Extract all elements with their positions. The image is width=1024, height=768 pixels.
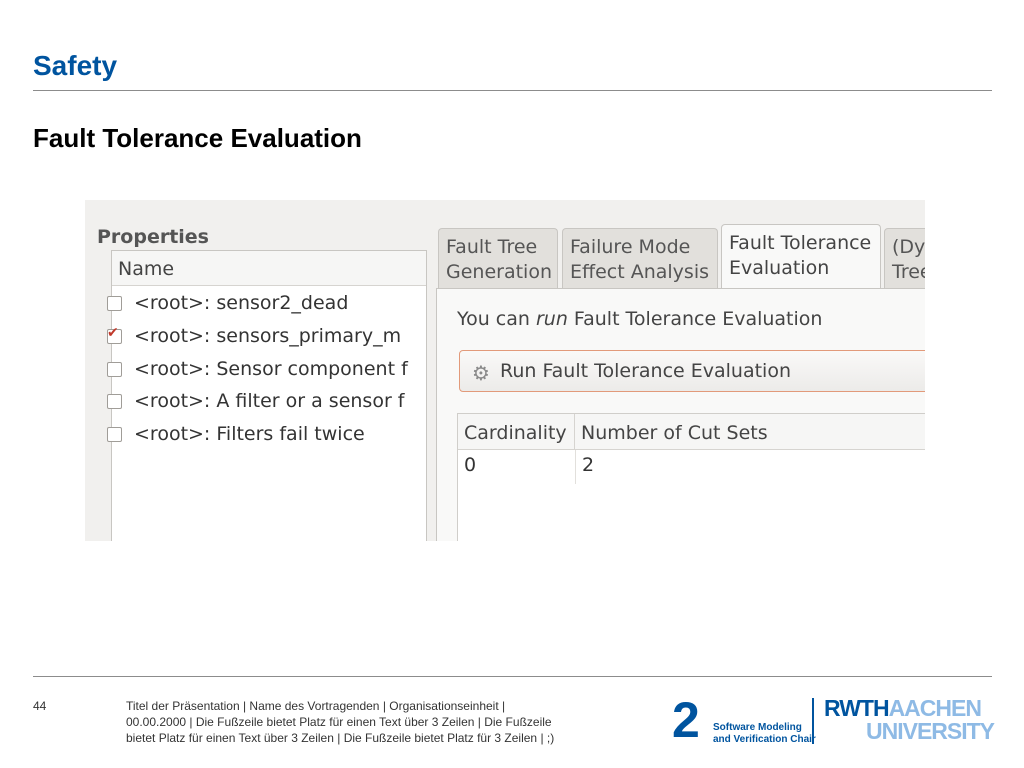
button-label: Run Fault Tolerance Evaluation: [500, 360, 792, 382]
tab-failure-mode-effect-analysis[interactable]: Failure Mode Effect Analysis: [562, 228, 718, 288]
property-label: <root>: sensors_primary_m: [134, 325, 402, 347]
property-checkbox[interactable]: [107, 426, 122, 442]
run-fault-tolerance-evaluation-button[interactable]: ⚙ Run Fault Tolerance Evaluation: [459, 350, 925, 392]
slide-title: Safety: [33, 50, 118, 81]
footer-divider: [33, 676, 992, 677]
property-row[interactable]: <root>: Filters fail twice: [107, 419, 407, 449]
column-header-number-of-cut-sets[interactable]: Number of Cut Sets: [575, 414, 925, 450]
property-row[interactable]: <root>: Sensor component f: [107, 354, 408, 384]
note-text: Fault Tolerance Evaluation: [567, 308, 823, 330]
property-label: <root>: sensor2_dead: [134, 292, 349, 314]
tab-label-line: Fault Tolerance: [729, 232, 872, 254]
property-label: <root>: Filters fail twice: [134, 423, 365, 445]
property-row[interactable]: <root>: A filter or a sensor f: [107, 386, 407, 416]
chair-logo-mark: 2: [672, 692, 700, 748]
note-emphasis: run: [535, 308, 568, 330]
title-divider: [33, 90, 992, 91]
screenshot: Properties Name <root>: sensor2_dead <ro…: [85, 200, 925, 541]
tab-fault-tolerance-evaluation[interactable]: Fault Tolerance Evaluation: [721, 224, 881, 288]
property-label: <root>: Sensor component f: [134, 358, 408, 380]
footer-text: Titel der Präsentation | Name des Vortra…: [126, 698, 606, 746]
column-label: Name: [118, 258, 175, 280]
tab-dynamic-tree[interactable]: (Dyn Tree: [884, 228, 925, 288]
property-checkbox[interactable]: [107, 361, 122, 377]
tab-label-line: Evaluation: [729, 257, 830, 279]
chair-line: Software Modeling: [713, 722, 802, 733]
footer-line: Titel der Präsentation | Name des Vortra…: [126, 699, 506, 713]
tab-label-line: Tree: [892, 261, 925, 283]
gears-icon: ⚙: [472, 361, 490, 385]
property-checkbox[interactable]: [107, 325, 122, 344]
university-logo: RWTHAACHEN: [824, 697, 982, 720]
page-number: 44: [33, 699, 47, 713]
footer-line: 00.00.2000 | Die Fußzeile bietet Platz f…: [126, 715, 552, 729]
chair-logo-text: Software Modeling and Verification Chair: [713, 722, 816, 746]
tab-label-line: Fault Tree: [446, 236, 538, 258]
slide-subtitle: Fault Tolerance Evaluation: [33, 123, 362, 153]
property-label: <root>: A filter or a sensor f: [134, 390, 405, 412]
property-checkbox[interactable]: [107, 295, 122, 311]
cut-sets-table: Cardinality Number of Cut Sets 0 2: [457, 413, 925, 541]
tab-label-line: (Dyn: [892, 236, 925, 258]
properties-title: Properties: [97, 226, 209, 248]
footer-line: bietet Platz für einen Text über 3 Zeile…: [126, 731, 555, 745]
property-checkbox[interactable]: [107, 393, 122, 409]
logo-separator: [812, 698, 814, 744]
tab-label-line: Generation: [446, 261, 552, 283]
run-instruction: You can run Fault Tolerance Evaluation: [457, 308, 822, 330]
tab-label-line: Failure Mode: [570, 236, 691, 258]
table-cell: 2: [582, 454, 595, 476]
property-row[interactable]: <root>: sensors_primary_m: [107, 321, 407, 351]
chair-line: and Verification Chair: [713, 734, 816, 745]
column-divider: [575, 450, 576, 484]
tab-label-line: Effect Analysis: [570, 261, 710, 283]
properties-column-header[interactable]: Name: [112, 251, 426, 286]
university-logo-subline: UNIVERSITY: [866, 718, 995, 744]
table-cell: 0: [464, 454, 477, 476]
column-header-cardinality[interactable]: Cardinality: [458, 414, 575, 450]
property-row[interactable]: <root>: sensor2_dead: [107, 288, 407, 318]
note-text: You can: [457, 308, 536, 330]
tab-fault-tree-generation[interactable]: Fault Tree Generation: [438, 228, 558, 288]
